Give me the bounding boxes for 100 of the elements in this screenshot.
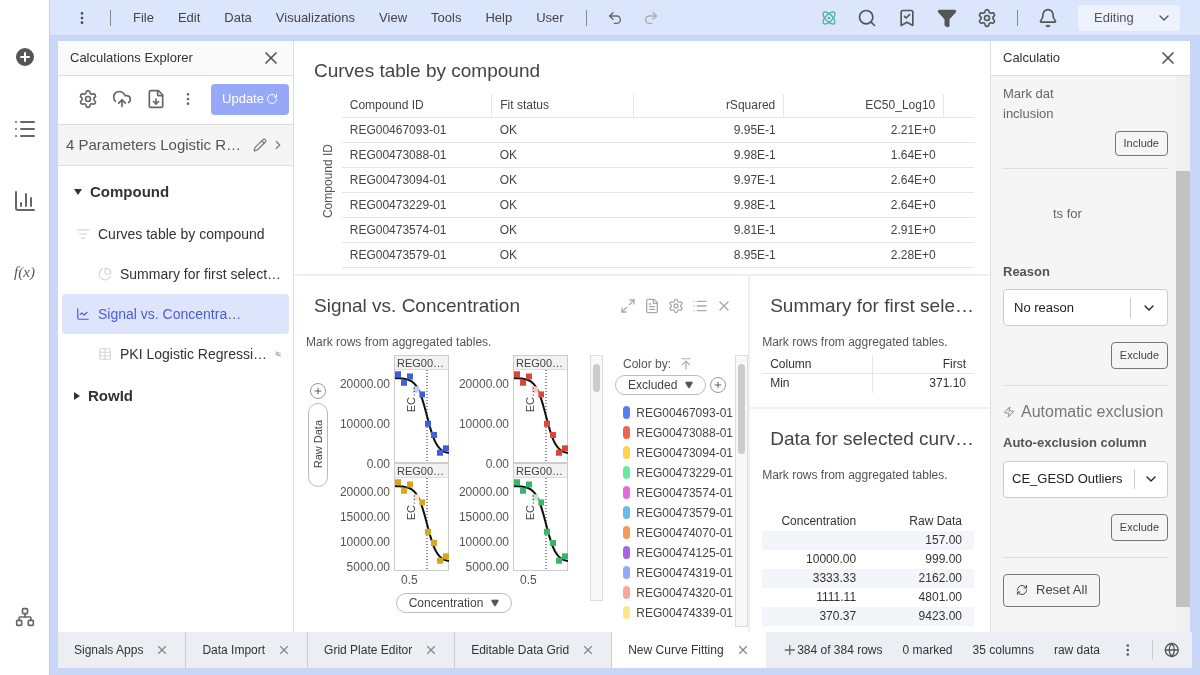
y-tick-label: 10000.00 bbox=[458, 415, 509, 433]
table-icon bbox=[98, 347, 112, 361]
status-text: 0 marked bbox=[902, 642, 953, 659]
table-cell: REG00473229-01 bbox=[341, 192, 492, 218]
move-up-icon[interactable] bbox=[679, 356, 694, 371]
scrollbar[interactable] bbox=[1176, 76, 1190, 632]
column-header[interactable]: Raw Data bbox=[868, 512, 974, 530]
document-tab[interactable]: Signals Apps bbox=[58, 632, 187, 668]
table-cell: REG00473088-01 bbox=[341, 142, 492, 168]
table-cell-text: 1111.11 bbox=[815, 589, 858, 606]
tree-group-label[interactable]: Compound bbox=[90, 180, 170, 204]
column-header[interactable]: First bbox=[872, 354, 974, 374]
menu-item[interactable]: Tools bbox=[431, 7, 462, 28]
column-header[interactable]: rSquared bbox=[633, 93, 784, 118]
exclude-button[interactable]: Exclude bbox=[1110, 513, 1168, 541]
table-cell: 9.81E-1 bbox=[633, 217, 784, 243]
tree-item[interactable]: Summary for first select… bbox=[62, 254, 289, 294]
tree-item[interactable]: Signal vs. Concentra… bbox=[62, 294, 289, 334]
menu-item[interactable]: Help bbox=[485, 7, 513, 28]
legend-item-label[interactable]: REG00474319-01 bbox=[636, 563, 733, 582]
document-tab[interactable]: New Curve Fitting bbox=[612, 632, 766, 668]
table-cell: REG00473094-01 bbox=[341, 167, 492, 193]
tree-group-label[interactable]: RowId bbox=[88, 384, 133, 408]
table-cell: OK bbox=[491, 167, 634, 193]
menu-item[interactable]: View bbox=[379, 7, 408, 28]
cloud-upload-icon[interactable] bbox=[112, 89, 132, 109]
legend-item-label[interactable]: REG00467093-01 bbox=[636, 403, 733, 422]
panel-title: Calculations Explorer bbox=[70, 49, 193, 68]
scrollbar[interactable] bbox=[735, 354, 748, 627]
filter-icon[interactable] bbox=[937, 7, 957, 28]
function-icon[interactable]: f(x) bbox=[14, 261, 35, 284]
column-header[interactable]: Column bbox=[762, 354, 873, 374]
panel-title: Summary for first sele… bbox=[769, 294, 974, 318]
bookmark-icon[interactable] bbox=[897, 7, 917, 28]
exclude-button[interactable]: Exclude bbox=[1110, 342, 1168, 369]
edit-icon[interactable] bbox=[253, 138, 267, 152]
column-header[interactable]: Compound ID bbox=[341, 93, 492, 118]
caret-icon bbox=[685, 380, 694, 389]
tree-item[interactable]: PKI Logistic Regressi… bbox=[62, 334, 289, 374]
table-cell: Min bbox=[762, 373, 873, 393]
mode-dropdown[interactable]: Editing bbox=[1078, 4, 1180, 31]
description-text: inclusion bbox=[1003, 104, 1055, 123]
y-tick-label: 20000.00 bbox=[458, 483, 509, 501]
table-cell: REG00473579-01 bbox=[341, 242, 492, 268]
expanded-caret-icon[interactable] bbox=[74, 189, 82, 195]
scrollbar[interactable] bbox=[590, 354, 603, 601]
menu-item[interactable]: File bbox=[133, 7, 154, 28]
hierarchy-icon[interactable] bbox=[14, 607, 35, 627]
menu-item[interactable]: Data bbox=[224, 7, 252, 28]
y-tick-label: 10000.00 bbox=[458, 533, 509, 551]
download-icon[interactable] bbox=[146, 89, 166, 109]
tree-item[interactable]: Curves table by compound bbox=[62, 214, 289, 254]
table-cell: 2.91E+0 bbox=[783, 217, 944, 243]
lightning-icon bbox=[1003, 406, 1015, 418]
reason-dropdown[interactable]: No reason bbox=[1003, 289, 1168, 326]
table-cell: REG00473574-01 bbox=[341, 217, 492, 243]
table-cell: 9.98E-1 bbox=[633, 192, 784, 218]
y-tick-label: 15000.00 bbox=[458, 508, 509, 526]
column-header[interactable]: Fit status bbox=[491, 93, 634, 118]
legend-item-label[interactable]: REG00474339-01 bbox=[636, 603, 733, 622]
column-header[interactable]: EC50_Log10 bbox=[783, 93, 944, 118]
bar-chart-icon[interactable] bbox=[12, 189, 37, 213]
description-text: Mark dat bbox=[1003, 85, 1055, 103]
table-cell: 2.64E+0 bbox=[783, 167, 944, 193]
reset-all-button[interactable]: Reset All bbox=[1003, 573, 1101, 607]
menu-item[interactable]: Edit bbox=[177, 7, 201, 28]
column-header[interactable]: Concentration bbox=[762, 512, 869, 530]
y-tick-label: 0.00 bbox=[366, 455, 390, 473]
plot-title: REG00… bbox=[514, 463, 567, 478]
undo-icon[interactable] bbox=[606, 9, 623, 26]
settings-icon[interactable] bbox=[78, 89, 98, 109]
table-cell: OK bbox=[491, 217, 634, 243]
settings-icon[interactable] bbox=[977, 7, 997, 28]
collapsed-caret-icon[interactable] bbox=[74, 392, 80, 400]
document-tab[interactable]: Grid Plate Editor bbox=[308, 632, 456, 668]
legend-item-label[interactable]: REG00473094-01 bbox=[636, 443, 733, 462]
legend-item-label[interactable]: REG00474320-01 bbox=[636, 583, 733, 602]
table-cell: 2.21E+0 bbox=[783, 117, 944, 143]
document-tab[interactable]: Data Import bbox=[186, 632, 309, 668]
status-text: raw data bbox=[1053, 642, 1100, 659]
legend-item-label[interactable]: REG00474125-01 bbox=[636, 543, 733, 562]
legend-item-label[interactable]: REG00473088-01 bbox=[636, 423, 733, 442]
legend-item-label[interactable]: REG00473579-01 bbox=[636, 503, 733, 522]
atom-icon[interactable] bbox=[821, 9, 837, 26]
legend-item-label[interactable]: REG00473574-01 bbox=[636, 483, 733, 502]
description-icon[interactable] bbox=[644, 298, 661, 315]
y-tick-label: 5000.00 bbox=[346, 558, 390, 576]
y-tick-label: 10000.00 bbox=[339, 533, 390, 551]
legend-item-label[interactable]: REG00473229-01 bbox=[636, 463, 733, 482]
include-button[interactable]: Include bbox=[1114, 131, 1168, 156]
menu-item[interactable]: Visualizations bbox=[275, 7, 356, 28]
search-icon[interactable] bbox=[857, 7, 877, 28]
plot-title: REG00… bbox=[395, 463, 448, 478]
expand-icon[interactable] bbox=[620, 298, 637, 315]
menu-item[interactable]: User bbox=[536, 7, 564, 28]
section-title: Automatic exclusion bbox=[1021, 402, 1164, 421]
globe-icon[interactable] bbox=[1164, 642, 1180, 658]
notification-icon[interactable] bbox=[1038, 7, 1058, 28]
auto-exclusion-dropdown[interactable]: CE_GESD Outliers bbox=[1003, 460, 1168, 498]
legend-item-label[interactable]: REG00474070-01 bbox=[636, 523, 733, 542]
